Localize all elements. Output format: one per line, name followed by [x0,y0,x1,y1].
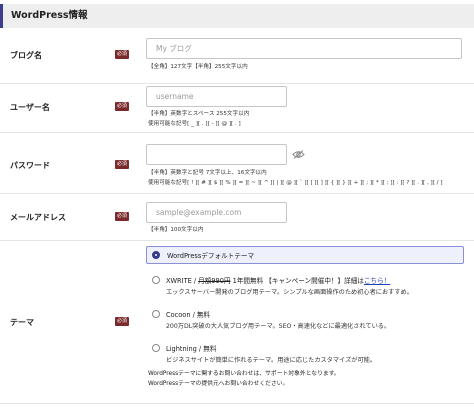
blog-name-input[interactable] [146,38,462,59]
required-badge: 必須 [115,50,129,59]
row-password: パスワード 必須 【半角】英数字と記号 7文字以上、16文字以内 使用可能な記号… [0,133,474,194]
password-help-2: 使用可能な記号[ ! ][ # ][ $ ][ % ][ = ][ ~ ][ ^… [148,180,443,186]
theme-option-lightning[interactable]: Lightning / 無料 ビジネスサイトが簡単に作れるテーマ。用途に応じたカ… [146,341,462,367]
theme-option-title: XWRITE / 月額990円 1年間無料 【キャンペーン開催中！】詳細はこちら… [166,275,390,285]
required-badge: 必須 [115,212,129,221]
username-help-2: 使用可能な記号[ _ ][ . ][ - ][ @ ][ . ] [148,121,241,127]
row-email: メールアドレス 必須 【半角】100文字以内 [0,194,474,241]
xwrite-details-link[interactable]: こちら！ [364,277,390,285]
password-input[interactable] [146,144,287,165]
required-badge: 必須 [115,317,129,326]
theme-support-note-2: WordPressテーマの提供元へお問い合わせください。 [148,381,289,387]
blog-name-help: 【全角】127文字【半角】255文字以内 [148,64,248,70]
radio-selected-icon[interactable] [152,251,160,259]
radio-icon[interactable] [152,276,160,284]
theme-option-cocoon[interactable]: Cocoon / 無料 200万DL突破の大人気ブログ用テーマ。SEO・高速化な… [146,307,462,333]
eye-slash-icon[interactable] [292,150,305,159]
username-help-1: 【半角】英数字とスペース 255文字以内 [148,111,250,117]
theme-option-desc: 200万DL突破の大人気ブログ用テーマ。SEO・高速化などに最適化されている。 [166,323,391,330]
required-badge: 必須 [115,102,129,111]
radio-icon[interactable] [152,344,160,352]
radio-icon[interactable] [152,310,160,318]
blog-name-label: ブログ名 [10,51,42,60]
password-label: パスワード [10,161,50,170]
theme-option-default[interactable]: WordPressデフォルトテーマ [146,246,464,264]
theme-option-desc: エックスサーバー開発のブログ用テーマ。シンプルな画面操作のため初心者におすすめ。 [166,289,413,296]
theme-option-xwrite[interactable]: XWRITE / 月額990円 1年間無料 【キャンペーン開催中！】詳細はこちら… [146,273,462,299]
theme-option-title: Cocoon / 無料 [166,311,211,319]
section-title: WordPress情報 [0,4,474,28]
theme-option-title: WordPressデフォルトテーマ [167,252,255,260]
row-theme: テーマ 必須 WordPressデフォルトテーマ XWRITE / 月額990円… [0,241,474,404]
row-username: ユーザー名 必須 【半角】英数字とスペース 255文字以内 使用可能な記号[ _… [0,84,474,133]
required-badge: 必須 [115,160,129,169]
username-input[interactable] [146,86,287,107]
xwrite-campaign: 1年間無料 【キャンペーン開催中！】詳細は [230,277,364,285]
password-help-1: 【半角】英数字と記号 7文字以上、16文字以内 [148,170,267,176]
xwrite-old-price: 月額990円 [198,277,231,285]
email-label: メールアドレス [10,213,66,222]
email-help: 【半角】100文字以内 [148,227,204,233]
email-input[interactable] [146,202,287,223]
xwrite-name: XWRITE / [166,277,199,285]
theme-option-title: Lightning / 無料 [166,345,217,353]
theme-label: テーマ [10,318,34,327]
theme-support-note-1: WordPressテーマに関するお問い合わせは、サポート対象外となります。 [148,371,340,377]
row-blog-name: ブログ名 必須 【全角】127文字【半角】255文字以内 [0,29,474,84]
theme-option-desc: ビジネスサイトが簡単に作れるテーマ。用途に応じたカスタマイズが可能。 [166,357,377,364]
username-label: ユーザー名 [10,103,50,112]
